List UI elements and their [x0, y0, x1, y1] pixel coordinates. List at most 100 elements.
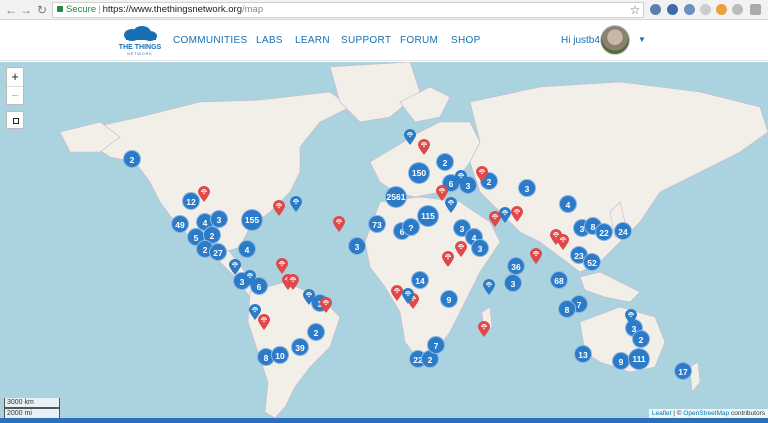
- map-attribution: Leaflet | © OpenStreetMap contributors: [648, 409, 768, 418]
- cluster-marker[interactable]: 2: [307, 323, 325, 341]
- gateway-pin-icon[interactable]: [244, 270, 256, 286]
- menu-icon[interactable]: [750, 4, 761, 15]
- cluster-marker[interactable]: 2: [123, 150, 141, 168]
- gateway-pin-icon[interactable]: [229, 259, 241, 275]
- cluster-marker[interactable]: 14: [411, 271, 429, 289]
- scale-mi: 2000 mi: [4, 408, 60, 418]
- extension-icon[interactable]: [716, 4, 727, 15]
- gateway-pin-icon[interactable]: [320, 297, 332, 313]
- gateway-pin-icon[interactable]: [625, 309, 637, 325]
- gateway-pin-icon[interactable]: [198, 186, 210, 202]
- reload-icon[interactable]: ↻: [35, 3, 49, 17]
- cluster-marker[interactable]: 49: [171, 215, 189, 233]
- gateway-pin-icon[interactable]: [404, 129, 416, 145]
- cluster-marker[interactable]: 52: [583, 253, 601, 271]
- extension-icon[interactable]: [650, 4, 661, 15]
- cluster-marker[interactable]: 2: [632, 330, 650, 348]
- gateway-pin-icon[interactable]: [478, 321, 490, 337]
- nav-communities[interactable]: COMMUNITIES: [173, 35, 247, 46]
- gateway-pin-icon[interactable]: [418, 139, 430, 155]
- map-scale: 3000 km 2000 mi: [4, 398, 60, 418]
- cluster-marker[interactable]: 8: [558, 300, 576, 318]
- extension-icon[interactable]: [667, 4, 678, 15]
- cluster-marker[interactable]: 3: [504, 274, 522, 292]
- chevron-down-icon[interactable]: ▼: [638, 35, 646, 44]
- world-map[interactable]: 2 12 49 4 3 155 5 2 2 27 4 3 6 3 2 8 10 39 2561 150 2 6 3 2 3 73 6…: [0, 62, 768, 418]
- fullscreen-button[interactable]: [6, 111, 24, 129]
- cluster-marker[interactable]: 3: [518, 179, 536, 197]
- address-bar[interactable]: Secure | https://www.thethingsnetwork.org/…: [52, 2, 644, 18]
- gateway-pin-icon[interactable]: [303, 289, 315, 305]
- cluster-marker[interactable]: 39: [291, 338, 309, 356]
- gateway-pin-icon[interactable]: [476, 166, 488, 182]
- map-land: [59, 62, 768, 418]
- gateway-pin-icon[interactable]: [273, 200, 285, 216]
- ttn-logo[interactable]: THE THINGS NETWORK: [118, 25, 162, 57]
- cluster-marker[interactable]: 36: [507, 257, 525, 275]
- cluster-marker[interactable]: 155: [241, 209, 263, 231]
- gateway-pin-icon[interactable]: [499, 207, 511, 223]
- cluster-marker[interactable]: 27: [209, 243, 227, 261]
- nav-forum[interactable]: FORUM: [400, 35, 438, 46]
- cluster-marker[interactable]: 4: [559, 195, 577, 213]
- forward-icon[interactable]: →: [19, 3, 33, 17]
- cluster-marker[interactable]: 150: [408, 162, 430, 184]
- gateway-pin-icon[interactable]: [483, 279, 495, 295]
- nav-shop[interactable]: SHOP: [451, 35, 481, 46]
- osm-link[interactable]: OpenStreetMap: [683, 410, 729, 417]
- cluster-marker[interactable]: 4: [238, 240, 256, 258]
- svg-text:NETWORK: NETWORK: [127, 52, 152, 56]
- zoom-control: + −: [6, 67, 24, 105]
- cluster-marker[interactable]: 68: [550, 271, 568, 289]
- gateway-pin-icon[interactable]: [333, 216, 345, 232]
- extension-icon[interactable]: [684, 4, 695, 15]
- cluster-marker[interactable]: 73: [368, 215, 386, 233]
- cluster-marker[interactable]: 17: [674, 362, 692, 380]
- nav-labs[interactable]: LABS: [256, 35, 283, 46]
- url-host: https://www.thethingsnetwork.org: [102, 4, 242, 15]
- cluster-marker[interactable]: 2: [436, 153, 454, 171]
- extension-icon[interactable]: [732, 4, 743, 15]
- cluster-marker[interactable]: 24: [614, 222, 632, 240]
- bottom-bar: [0, 418, 768, 423]
- zoom-out-button[interactable]: −: [7, 86, 23, 104]
- back-icon[interactable]: ←: [4, 3, 18, 17]
- gateway-pin-icon[interactable]: [530, 248, 542, 264]
- nav-support[interactable]: SUPPORT: [341, 35, 391, 46]
- cluster-marker[interactable]: 9: [440, 290, 458, 308]
- cluster-marker[interactable]: 3: [471, 239, 489, 257]
- scale-km: 3000 km: [4, 398, 60, 408]
- url-separator: |: [98, 4, 101, 15]
- cluster-marker[interactable]: 2561: [385, 186, 407, 208]
- leaflet-link[interactable]: Leaflet: [652, 410, 672, 417]
- zoom-in-button[interactable]: +: [7, 68, 23, 86]
- bookmark-star-icon[interactable]: ☆: [628, 3, 642, 17]
- gateway-pin-icon[interactable]: [445, 197, 457, 213]
- gateway-pin-icon[interactable]: [287, 274, 299, 290]
- gateway-pin-icon[interactable]: [442, 251, 454, 267]
- user-greeting[interactable]: Hi justb4: [561, 35, 600, 46]
- lock-icon: [57, 6, 63, 12]
- cluster-marker[interactable]: 10: [271, 346, 289, 364]
- gateway-pin-icon[interactable]: [455, 170, 467, 186]
- url-path: /map: [241, 4, 264, 15]
- gateway-pin-icon[interactable]: [402, 288, 414, 304]
- extension-icon[interactable]: [700, 4, 711, 15]
- gateway-pin-icon[interactable]: [557, 234, 569, 250]
- browser-toolbar: ← → ↻ Secure | https://www.thethingsnetwor…: [0, 0, 768, 20]
- cluster-marker[interactable]: 7: [427, 336, 445, 354]
- secure-label: Secure: [66, 4, 97, 15]
- cluster-marker[interactable]: 13: [574, 345, 592, 363]
- gateway-pin-icon[interactable]: [455, 241, 467, 257]
- cluster-marker[interactable]: 22: [595, 223, 613, 241]
- avatar[interactable]: [600, 25, 630, 55]
- nav-learn[interactable]: LEARN: [295, 35, 330, 46]
- fullscreen-icon: [13, 118, 19, 124]
- gateway-pin-icon[interactable]: [511, 206, 523, 222]
- cluster-marker[interactable]: 115: [417, 205, 439, 227]
- gateway-pin-icon[interactable]: [276, 258, 288, 274]
- cluster-marker[interactable]: 111: [628, 348, 650, 370]
- gateway-pin-icon[interactable]: [290, 196, 302, 212]
- gateway-pin-icon[interactable]: [258, 314, 270, 330]
- cluster-marker[interactable]: 3: [348, 237, 366, 255]
